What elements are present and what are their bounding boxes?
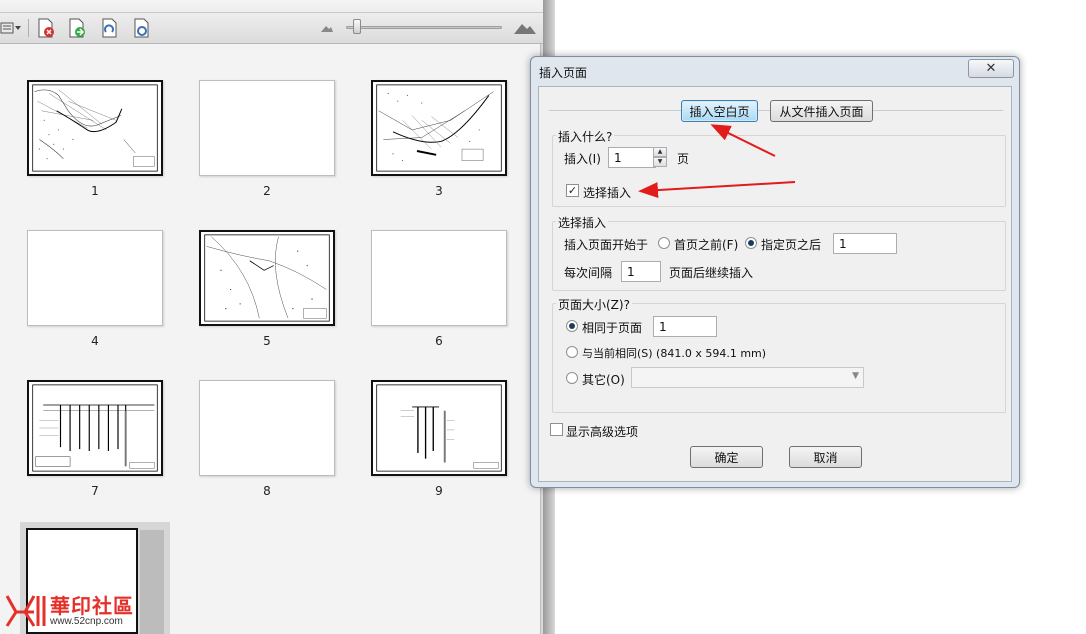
- stepper-down-icon[interactable]: ▼: [653, 157, 667, 167]
- page-thumbnail-9[interactable]: [371, 380, 507, 476]
- select-insert-label: 选择插入: [583, 186, 632, 200]
- page-thumbnail-7[interactable]: [27, 380, 163, 476]
- select-insert-title: 选择插入: [556, 214, 609, 231]
- insert-page-icon[interactable]: [66, 18, 88, 38]
- after-specified-page-label: 指定页之后: [761, 238, 822, 252]
- toolbar-separator: [28, 19, 29, 37]
- after-specified-page-radio[interactable]: [745, 237, 757, 249]
- same-as-current-label: 与当前相同(S) (841.0 x 594.1 mm): [582, 347, 767, 360]
- thumbnails-toolbar: [0, 0, 543, 44]
- page-thumbnail-2[interactable]: [199, 80, 335, 176]
- interval-label: 每次间隔: [564, 266, 613, 280]
- thumbnail-label: 8: [263, 484, 271, 498]
- show-advanced-label: 显示高级选项: [566, 425, 639, 439]
- page-properties-icon[interactable]: [130, 18, 152, 38]
- page-thumbnail-8[interactable]: [199, 380, 335, 476]
- thumbnail-label: 6: [435, 334, 443, 348]
- insert-page-dialog: 插入页面 ✕ 插入空白页 从文件插入页面 插入什么? 插入(I) 1 ▲ ▼ 页…: [530, 56, 1020, 488]
- same-as-current-radio[interactable]: [566, 346, 578, 358]
- site-watermark: 華印社區 www.52cnp.com: [4, 590, 144, 630]
- page-thumbnail-6[interactable]: [371, 230, 507, 326]
- stepper-up-icon[interactable]: ▲: [653, 147, 667, 157]
- interval-input[interactable]: 1: [621, 261, 661, 282]
- insert-count-unit: 页: [677, 152, 690, 166]
- thumbnail-label: 4: [91, 334, 99, 348]
- options-menu-icon[interactable]: [0, 18, 22, 38]
- cad-drawing-preview: [204, 234, 330, 322]
- zoom-out-mountain-icon[interactable]: [316, 18, 338, 38]
- cad-drawing-preview: [32, 384, 158, 472]
- same-as-page-input[interactable]: 1: [653, 316, 717, 337]
- show-advanced-checkbox[interactable]: [550, 423, 563, 436]
- page-thumbnail-5[interactable]: [199, 230, 335, 326]
- toolbar-divider: [0, 12, 543, 13]
- insert-what-title: 插入什么?: [556, 128, 615, 145]
- close-button[interactable]: ✕: [968, 59, 1014, 78]
- insert-count-label: 插入(I): [564, 152, 601, 166]
- dialog-body: 插入空白页 从文件插入页面 插入什么? 插入(I) 1 ▲ ▼ 页 ✓ 选择插入…: [538, 86, 1012, 482]
- dialog-title: 插入页面: [539, 66, 588, 80]
- thumbnail-label: 2: [263, 184, 271, 198]
- chevron-down-icon: ▼: [852, 371, 859, 381]
- page-thumbnail-3[interactable]: [371, 80, 507, 176]
- insert-count-input[interactable]: 1: [608, 147, 656, 168]
- before-first-page-label: 首页之前(F): [674, 238, 739, 252]
- ok-button[interactable]: 确定: [690, 446, 763, 468]
- tab-insert-blank-page[interactable]: 插入空白页: [681, 100, 758, 122]
- page-thumbnail-4[interactable]: [27, 230, 163, 326]
- watermark-brand: 華印社區: [50, 594, 134, 618]
- delete-page-icon[interactable]: [35, 18, 57, 38]
- zoom-in-mountain-icon[interactable]: [512, 18, 538, 38]
- cad-drawing-preview: [376, 84, 502, 172]
- select-insert-checkbox[interactable]: ✓: [566, 184, 579, 197]
- close-icon: ✕: [985, 61, 997, 76]
- cancel-button[interactable]: 取消: [789, 446, 862, 468]
- other-size-dropdown[interactable]: ▼: [631, 367, 864, 388]
- same-as-page-radio[interactable]: [566, 320, 578, 332]
- thumbnail-label: 5: [263, 334, 271, 348]
- page-thumbnails-panel: 1 2 3 4 5 6 7 8 9 華印社區 www.52cnp.com: [0, 0, 543, 634]
- watermark-url: www.52cnp.com: [50, 616, 123, 627]
- zoom-slider-thumb[interactable]: [353, 19, 361, 34]
- other-size-label: 其它(O): [582, 373, 625, 387]
- thumbnail-label: 7: [91, 484, 99, 498]
- page-thumbnail-1[interactable]: [27, 80, 163, 176]
- cad-drawing-preview: [32, 84, 158, 172]
- other-size-radio[interactable]: [566, 372, 578, 384]
- same-as-page-label: 相同于页面: [582, 321, 643, 335]
- thumbnail-label: 9: [435, 484, 443, 498]
- cad-drawing-preview: [376, 384, 502, 472]
- insert-start-label: 插入页面开始于: [564, 238, 649, 252]
- thumbnail-label: 1: [91, 184, 99, 198]
- continue-insert-label: 页面后继续插入: [669, 266, 754, 280]
- insert-count-stepper[interactable]: ▲ ▼: [653, 147, 667, 168]
- after-page-input[interactable]: 1: [833, 233, 897, 254]
- page-size-title: 页面大小(Z)?: [556, 296, 632, 313]
- tab-insert-from-file[interactable]: 从文件插入页面: [770, 100, 873, 122]
- thumbnail-zoom-slider[interactable]: [346, 26, 502, 29]
- thumbnail-label: 3: [435, 184, 443, 198]
- before-first-page-radio[interactable]: [658, 237, 670, 249]
- watermark-logo-icon: [5, 595, 46, 627]
- rotate-page-icon[interactable]: [98, 18, 120, 38]
